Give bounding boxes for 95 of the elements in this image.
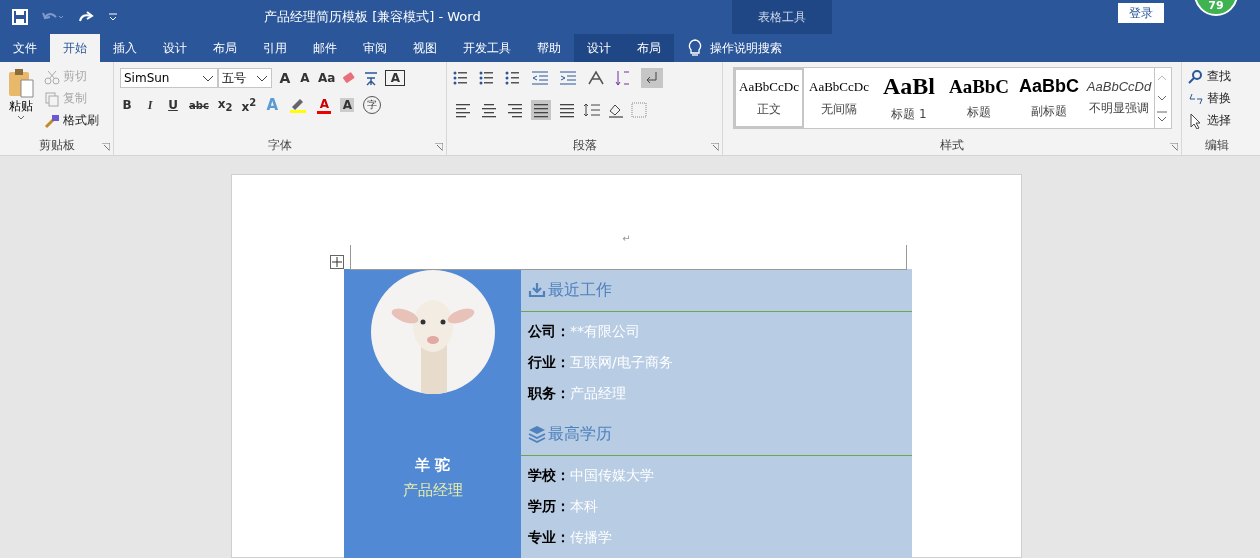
line-spacing-icon[interactable] — [583, 102, 601, 118]
format-button[interactable]: B — [120, 98, 134, 112]
dialog-launcher-icon[interactable] — [711, 143, 719, 151]
job-title: 产品经理 — [402, 481, 463, 500]
group-label: 段落 — [572, 138, 597, 152]
paste-button[interactable]: 粘贴 — [9, 98, 33, 115]
bullets-icon[interactable] — [453, 70, 469, 86]
field-value: **有限公司 — [570, 322, 640, 341]
highlighter-icon[interactable] — [288, 97, 309, 113]
chinese-layout-icon[interactable] — [587, 70, 605, 86]
subscript-button[interactable]: x$_{2}$ — [217, 96, 233, 114]
font-size-field[interactable]: 五号 — [218, 68, 272, 88]
field-value: 中国传媒大学 — [570, 466, 654, 485]
field-value: 产品经理 — [570, 384, 626, 403]
font-name-field[interactable]: SimSun — [120, 68, 218, 88]
field-label: 职务： — [528, 384, 570, 403]
editing-button[interactable]: 替换 — [1188, 90, 1231, 107]
group-label: 剪贴板 — [38, 138, 75, 152]
clipboard-icon[interactable] — [7, 68, 35, 98]
field-value: 本科 — [570, 497, 598, 516]
editing-button[interactable]: 选择 — [1188, 112, 1231, 129]
format-button[interactable]: U — [166, 98, 180, 112]
format-button[interactable]: I — [143, 97, 157, 113]
ribbon-tab[interactable]: 开始 — [50, 34, 100, 62]
section-heading: 最高学历 — [548, 423, 612, 445]
customize-icon[interactable] — [108, 12, 118, 22]
dialog-launcher-icon[interactable] — [1170, 143, 1178, 151]
field-label: 学校： — [528, 466, 570, 485]
style-item[interactable]: AaBl 标题 1 — [874, 68, 944, 128]
superscript-button[interactable]: x$^{2}$ — [241, 96, 257, 114]
character-border-button[interactable]: A — [385, 70, 406, 86]
shading-icon[interactable] — [607, 102, 625, 118]
section-heading: 最近工作 — [548, 279, 612, 301]
style-item[interactable]: AaBbC 标题 — [944, 68, 1014, 128]
grow-font-button[interactable]: A — [278, 70, 292, 86]
editing-button[interactable]: 查找 — [1188, 68, 1231, 85]
ribbon-tab[interactable]: 文件 — [0, 34, 50, 62]
change-case-button[interactable]: Aa — [318, 71, 336, 85]
search-icon — [1188, 68, 1204, 85]
dialog-launcher-icon[interactable] — [435, 143, 443, 151]
scissors-icon — [44, 68, 60, 85]
download-icon — [528, 281, 546, 299]
ribbon-tab[interactable]: 设计 — [150, 34, 200, 62]
phonetic-guide-icon[interactable] — [363, 70, 380, 86]
character-shading-button[interactable]: A — [340, 98, 355, 112]
ribbon-tab[interactable]: 设计 — [574, 34, 624, 62]
save-icon[interactable] — [12, 9, 28, 25]
field-value: 互联网/电子商务 — [570, 353, 673, 372]
ribbon-tab[interactable]: 审阅 — [350, 34, 400, 62]
decrease-indent-icon[interactable] — [531, 71, 549, 85]
multilevel-list-icon[interactable] — [505, 70, 521, 86]
group-label: 字体 — [268, 138, 292, 152]
style-item[interactable]: AaBbCcDc 正文 — [734, 68, 804, 128]
window-title: 产品经理简历模板 [兼容模式] - Word — [263, 8, 482, 26]
clipboard-button[interactable]: 格式刷 — [44, 112, 99, 129]
style-item[interactable]: AaBbCcDd 不明显强调 — [1084, 68, 1154, 128]
ribbon-tab[interactable]: 邮件 — [300, 34, 350, 62]
paintbrush-icon — [44, 112, 60, 129]
ribbon-tab[interactable]: 布局 — [624, 34, 674, 62]
shrink-font-button[interactable]: A — [298, 71, 312, 85]
lightbulb-icon[interactable] — [688, 39, 702, 57]
ribbon-tab[interactable]: 开发工具 — [450, 34, 524, 62]
align-icon[interactable] — [531, 100, 551, 120]
person-name: 羊 驼 — [414, 456, 451, 475]
numbering-icon[interactable] — [479, 70, 495, 86]
style-item[interactable]: AaBbCcDc 无间隔 — [804, 68, 874, 128]
caret-icon — [256, 74, 268, 82]
copy-icon — [44, 90, 60, 107]
dialog-launcher-icon[interactable] — [102, 143, 110, 151]
paragraph-mark: ↵ — [621, 233, 632, 246]
font-color-button[interactable]: A — [317, 96, 332, 114]
field-value: 传播学 — [570, 528, 612, 547]
stack-icon — [528, 425, 546, 443]
caret-icon — [202, 74, 214, 82]
ribbon-tab[interactable]: 视图 — [400, 34, 450, 62]
style-item[interactable]: AaBbC 副标题 — [1014, 68, 1084, 128]
ribbon-tab[interactable]: 布局 — [200, 34, 250, 62]
caret-icon[interactable] — [17, 115, 25, 120]
field-label: 专业： — [528, 528, 570, 547]
format-button[interactable]: abc — [189, 99, 209, 111]
login-button[interactable]: 登录 — [1118, 3, 1164, 23]
ribbon-tab[interactable]: 引用 — [250, 34, 300, 62]
ribbon-tab[interactable]: 帮助 — [524, 34, 574, 62]
increase-indent-icon[interactable] — [559, 71, 577, 85]
ribbon-tab[interactable]: 插入 — [100, 34, 150, 62]
field-label: 行业： — [528, 353, 570, 372]
group-label: 编辑 — [1205, 138, 1229, 152]
field-label: 公司： — [528, 322, 570, 341]
context-tab-group: 表格工具 — [732, 0, 832, 34]
search-hint[interactable]: 操作说明搜索 — [710, 39, 782, 57]
sort-icon[interactable] — [615, 69, 631, 87]
group-label: 样式 — [940, 138, 964, 152]
score-badge: 79 — [1194, 0, 1238, 16]
field-label: 学历： — [528, 497, 570, 516]
table-move-handle-icon[interactable] — [330, 255, 344, 269]
